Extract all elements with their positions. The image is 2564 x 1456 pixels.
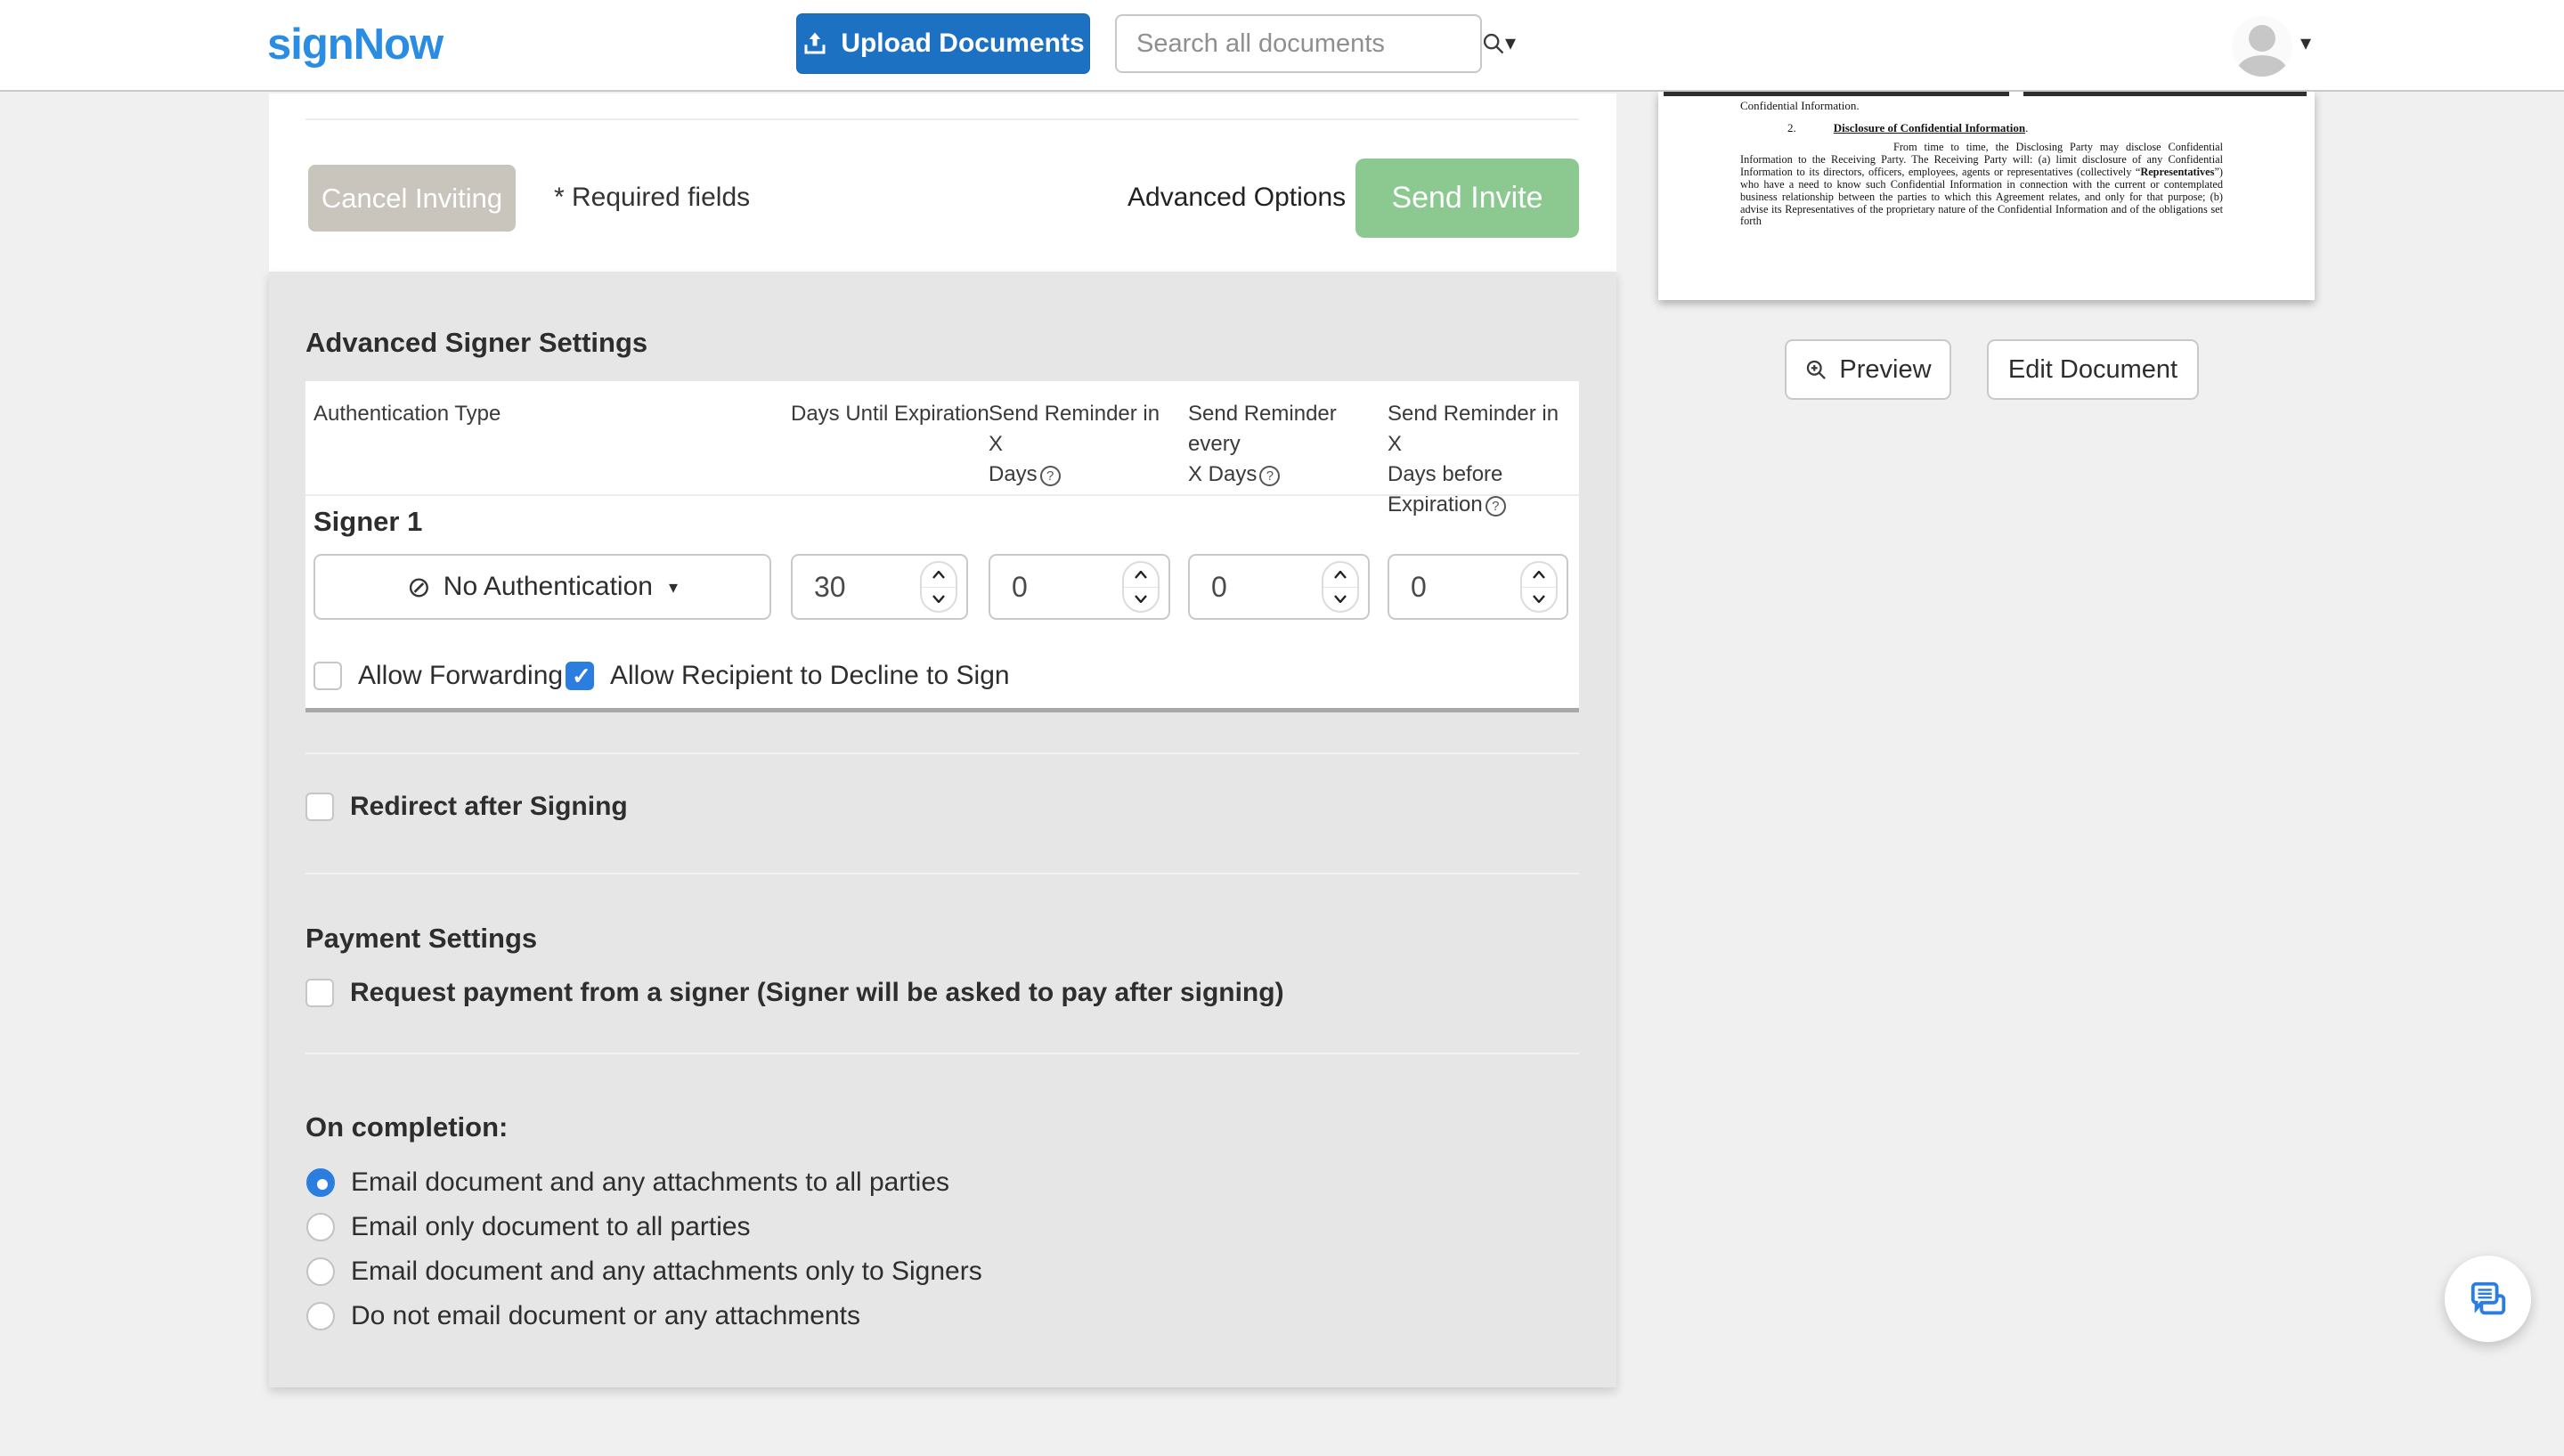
chevron-down-icon: ▾ [669,576,678,598]
authentication-type-value: No Authentication [444,572,653,602]
invite-action-panel: Cancel Inviting * Required fields Advanc… [269,94,1616,272]
completion-radio[interactable] [306,1257,335,1286]
send-reminder-every-x-days-input[interactable]: 0 [1188,554,1370,620]
completion-option-row: Email document and any attachments only … [306,1257,982,1287]
send-reminder-every-x-days-value[interactable]: 0 [1190,571,1322,604]
stepper-up-icon[interactable] [1522,563,1556,588]
required-fields-note: * Required fields [554,183,750,213]
search-scope-caret-icon[interactable]: ▾ [1505,30,1516,56]
account-menu-caret-icon[interactable]: ▾ [2300,30,2311,56]
completion-option-label: Email only document to all parties [351,1212,751,1242]
redirect-after-signing-checkbox[interactable] [305,793,334,821]
completion-option-label: Email document and any attachments only … [351,1257,982,1287]
column-header-days-until-expiration: Days Until Expiration [791,399,989,429]
upload-icon [802,30,828,57]
clipped-text-line [1664,92,2009,96]
document-paragraph: From time to time, the Disclosing Party … [1740,142,2223,228]
signnow-logo[interactable]: signNow [267,20,443,69]
completion-option-label: Do not email document or any attachments [351,1301,860,1331]
completion-option-row: Email document and any attachments to al… [306,1167,949,1198]
column-header-send-reminder-every-x-days: Send Reminder every X Days? [1188,399,1380,490]
column-header-send-reminder-in-x-days: Send Reminder in X Days? [989,399,1176,490]
edit-document-button-label: Edit Document [2008,355,2177,385]
request-payment-label: Request payment from a signer (Signer wi… [350,978,1284,1008]
stepper-up-icon[interactable] [1323,563,1357,588]
search-icon[interactable] [1481,31,1506,56]
avatar-head-shape [2249,25,2275,52]
signer-name: Signer 1 [313,506,422,538]
divider [305,1053,1579,1054]
top-navigation-bar: signNow Upload Documents ▾ ▾ [0,0,2564,92]
search-box [1115,14,1482,73]
decline-to-sign-row: Allow Recipient to Decline to Sign [566,661,1010,691]
preview-button[interactable]: Preview [1785,339,1951,400]
redirect-after-signing-label: Redirect after Signing [350,792,628,822]
days-until-expiration-input[interactable]: 30 [791,554,968,620]
on-completion-title: On completion: [305,1111,508,1143]
stepper-up-icon[interactable] [1124,563,1158,588]
help-icon[interactable]: ? [1259,466,1280,486]
column-header-authentication-type: Authentication Type [313,399,501,429]
divider [305,752,1579,754]
signer-settings-table: Authentication Type Days Until Expiratio… [305,381,1579,712]
search-input[interactable] [1117,29,1481,59]
stepper-control [1520,561,1558,613]
preview-button-label: Preview [1839,355,1931,385]
upload-documents-button[interactable]: Upload Documents [796,13,1090,74]
stepper-up-icon[interactable] [922,563,956,588]
completion-option-label: Email document and any attachments to al… [351,1167,949,1198]
payment-settings-title: Payment Settings [305,923,537,955]
avatar-torso-shape [2237,55,2287,77]
help-icon[interactable]: ? [1040,466,1061,486]
signer-settings-title: Advanced Signer Settings [305,327,647,359]
authentication-type-dropdown[interactable]: ⊘ No Authentication ▾ [313,554,771,620]
redirect-after-signing-row: Redirect after Signing [305,792,628,822]
completion-radio[interactable] [306,1168,335,1197]
document-section-heading: 2.Disclosure of Confidential Information… [1740,121,2028,135]
allow-forwarding-row: Allow Forwarding [313,661,563,691]
zoom-in-icon [1804,358,1828,382]
decline-to-sign-label: Allow Recipient to Decline to Sign [610,661,1010,691]
document-text-line: Confidential Information. [1740,99,1860,113]
stepper-down-icon[interactable] [1124,588,1158,612]
document-thumbnail[interactable]: Confidential Information. 2.Disclosure o… [1658,92,2315,300]
stepper-down-icon[interactable] [1323,588,1357,612]
divider [305,494,1579,496]
advanced-options-link[interactable]: Advanced Options [1127,183,1346,213]
completion-option-row: Do not email document or any attachments [306,1301,860,1331]
completion-option-row: Email only document to all parties [306,1212,751,1242]
completion-radio[interactable] [306,1213,335,1241]
chat-icon [2468,1279,2509,1320]
allow-forwarding-checkbox[interactable] [313,662,342,690]
send-reminder-before-expiration-value[interactable]: 0 [1389,571,1520,604]
stepper-control [1122,561,1160,613]
divider [305,873,1579,874]
page: { "header": { "logo": "signNow", "upload… [0,0,2564,1456]
no-authentication-icon: ⊘ [407,570,431,604]
stepper-down-icon[interactable] [922,588,956,612]
send-reminder-in-x-days-value[interactable]: 0 [990,571,1122,604]
send-invite-button[interactable]: Send Invite [1355,159,1579,238]
avatar[interactable] [2232,16,2292,77]
allow-forwarding-label: Allow Forwarding [358,661,563,691]
clipped-text-line [2023,92,2307,96]
stepper-down-icon[interactable] [1522,588,1556,612]
completion-radio[interactable] [306,1302,335,1330]
divider [305,118,1579,120]
stepper-control [1322,561,1359,613]
column-header-send-reminder-before-expiration: Send Reminder in X Days before Expiratio… [1388,399,1570,520]
chat-button[interactable] [2445,1256,2531,1342]
cancel-inviting-button[interactable]: Cancel Inviting [308,165,516,232]
days-until-expiration-value[interactable]: 30 [793,571,920,604]
edit-document-button[interactable]: Edit Document [1987,339,2199,400]
help-icon[interactable]: ? [1485,496,1506,517]
request-payment-checkbox[interactable] [305,979,334,1007]
upload-button-label: Upload Documents [841,28,1084,59]
request-payment-row: Request payment from a signer (Signer wi… [305,978,1284,1008]
send-reminder-before-expiration-input[interactable]: 0 [1388,554,1568,620]
send-reminder-in-x-days-input[interactable]: 0 [989,554,1170,620]
stepper-control [920,561,957,613]
advanced-signer-settings-panel: Advanced Signer Settings Authentication … [269,272,1616,1387]
decline-to-sign-checkbox[interactable] [566,662,594,690]
